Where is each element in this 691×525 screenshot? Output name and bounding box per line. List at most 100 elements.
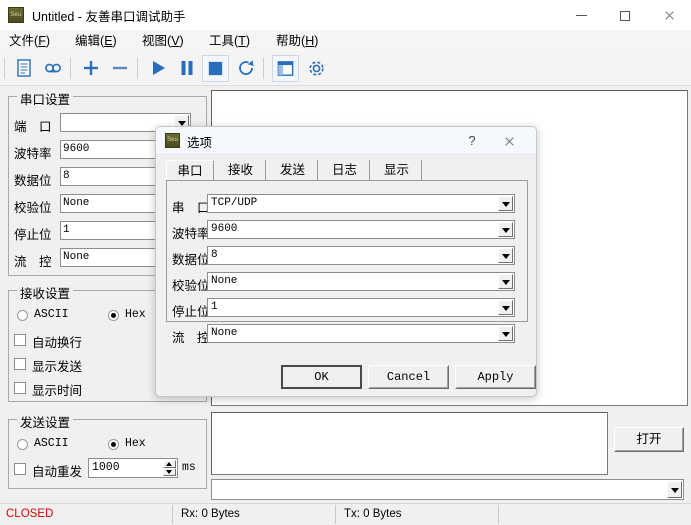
chevron-down-icon[interactable] — [667, 481, 682, 498]
maximize-button[interactable] — [603, 0, 647, 30]
app-icon: Seu — [165, 133, 180, 148]
new-document-icon — [14, 58, 34, 78]
serial-settings-title: 串口设置 — [17, 89, 73, 108]
receive-hex-label: Hex — [125, 308, 146, 321]
dialog-parity-label: 校验位 — [172, 275, 210, 294]
menu-item-file[interactable]: 文件(F) — [6, 32, 53, 50]
checkbox-mark — [14, 334, 26, 346]
menu-item-help[interactable]: 帮助(H) — [273, 32, 321, 50]
dialog-parity-combo[interactable]: None — [207, 272, 515, 291]
plus-icon — [81, 58, 101, 78]
dialog-port-value: TCP/UDP — [211, 195, 496, 212]
menu-label: 帮助 — [276, 34, 301, 48]
menu-accel: F — [38, 34, 46, 48]
status-extra — [498, 505, 691, 524]
refresh-button[interactable] — [232, 55, 259, 82]
checkbox-mark — [14, 382, 26, 394]
dialog-close-button[interactable] — [498, 131, 520, 151]
window-title: Untitled - 友善串口调试助手 — [32, 6, 186, 25]
parity-label: 校验位 — [14, 197, 52, 216]
checkbox-mark — [14, 358, 26, 370]
tab-serial[interactable]: 串口 — [166, 160, 214, 181]
pause-button[interactable] — [173, 55, 200, 82]
status-rx: Rx: 0 Bytes — [172, 505, 335, 524]
tab-log[interactable]: 日志 — [320, 160, 370, 181]
chevron-down-icon[interactable] — [498, 196, 513, 211]
close-icon — [664, 10, 675, 21]
menu-item-edit[interactable]: 编辑(E) — [72, 32, 120, 50]
menu-label: 编辑 — [75, 34, 100, 48]
remove-button[interactable] — [106, 55, 133, 82]
radio-mark — [17, 439, 28, 450]
baud-label: 波特率 — [14, 143, 52, 162]
minus-icon — [110, 58, 130, 78]
dialog-baud-combo[interactable]: 9600 — [207, 220, 515, 239]
toolbar — [0, 52, 691, 86]
dialog-port-label: 串 口 — [172, 197, 210, 216]
minimize-icon — [576, 15, 587, 16]
play-icon — [148, 58, 168, 78]
title-bar: Seu Untitled - 友善串口调试助手 — [0, 0, 691, 30]
auto-newline-label: 自动换行 — [32, 332, 82, 351]
record-tape-button[interactable] — [39, 55, 66, 82]
chevron-down-icon[interactable] — [498, 300, 513, 315]
checkbox-mark — [14, 463, 26, 475]
resend-unit-label: ms — [182, 461, 196, 474]
toolbar-separator — [70, 58, 71, 79]
chevron-down-icon[interactable] — [498, 326, 513, 341]
menu-item-view[interactable]: 视图(V) — [139, 32, 187, 50]
dialog-databits-combo[interactable]: 8 — [207, 246, 515, 265]
flowctl-label: 流 控 — [14, 251, 52, 270]
settings-button[interactable] — [303, 55, 330, 82]
stepper-up-icon[interactable] — [163, 460, 176, 468]
dialog-apply-button[interactable]: Apply — [455, 365, 536, 389]
radio-mark — [17, 310, 28, 321]
stop-icon — [206, 59, 225, 78]
pause-icon — [177, 58, 197, 78]
dialog-stopbits-value: 1 — [211, 299, 496, 316]
menu-label: 文件 — [9, 34, 34, 48]
menu-accel: V — [171, 34, 179, 48]
tab-send[interactable]: 发送 — [268, 160, 318, 181]
stop-button[interactable] — [202, 55, 229, 82]
chevron-down-icon[interactable] — [498, 274, 513, 289]
dialog-flowctl-value: None — [211, 325, 496, 342]
menu-item-tools[interactable]: 工具(T) — [206, 32, 253, 50]
status-bar: CLOSED Rx: 0 Bytes Tx: 0 Bytes — [0, 503, 691, 525]
send-settings-title: 发送设置 — [17, 412, 73, 431]
send-textarea[interactable] — [211, 412, 608, 475]
dialog-databits-label: 数据位 — [172, 249, 210, 268]
app-icon: Seu — [8, 7, 24, 23]
port-label: 端 口 — [14, 116, 52, 135]
layout-button[interactable] — [272, 55, 299, 82]
dialog-flowctl-combo[interactable]: None — [207, 324, 515, 343]
resend-interval-stepper[interactable]: 1000 — [88, 458, 178, 478]
new-document-button[interactable] — [10, 55, 37, 82]
chevron-down-icon[interactable] — [498, 248, 513, 263]
dialog-port-combo[interactable]: TCP/UDP — [207, 194, 515, 213]
close-button[interactable] — [647, 0, 691, 30]
databits-label: 数据位 — [14, 170, 52, 189]
open-port-button[interactable]: 打开 — [614, 427, 684, 452]
minimize-button[interactable] — [559, 0, 603, 30]
dialog-cancel-label: Cancel — [387, 370, 430, 384]
radio-mark — [108, 439, 119, 450]
dialog-stopbits-label: 停止位 — [172, 301, 210, 320]
dialog-stopbits-combo[interactable]: 1 — [207, 298, 515, 317]
start-button[interactable] — [144, 55, 171, 82]
tab-receive[interactable]: 接收 — [216, 160, 266, 181]
chevron-down-icon[interactable] — [498, 222, 513, 237]
dialog-ok-button[interactable]: OK — [281, 365, 362, 389]
toolbar-separator — [4, 58, 5, 79]
help-button[interactable]: ? — [461, 131, 483, 151]
history-combo[interactable] — [211, 479, 684, 500]
add-button[interactable] — [77, 55, 104, 82]
status-tx: Tx: 0 Bytes — [335, 505, 498, 524]
tape-recorder-icon — [43, 58, 63, 78]
dialog-parity-value: None — [211, 273, 496, 290]
stepper-buttons[interactable] — [163, 460, 176, 476]
dialog-tabstrip: 串口 接收 发送 日志 显示 — [166, 160, 528, 181]
dialog-cancel-button[interactable]: Cancel — [368, 365, 449, 389]
tab-display[interactable]: 显示 — [372, 160, 422, 181]
stepper-down-icon[interactable] — [163, 468, 176, 476]
